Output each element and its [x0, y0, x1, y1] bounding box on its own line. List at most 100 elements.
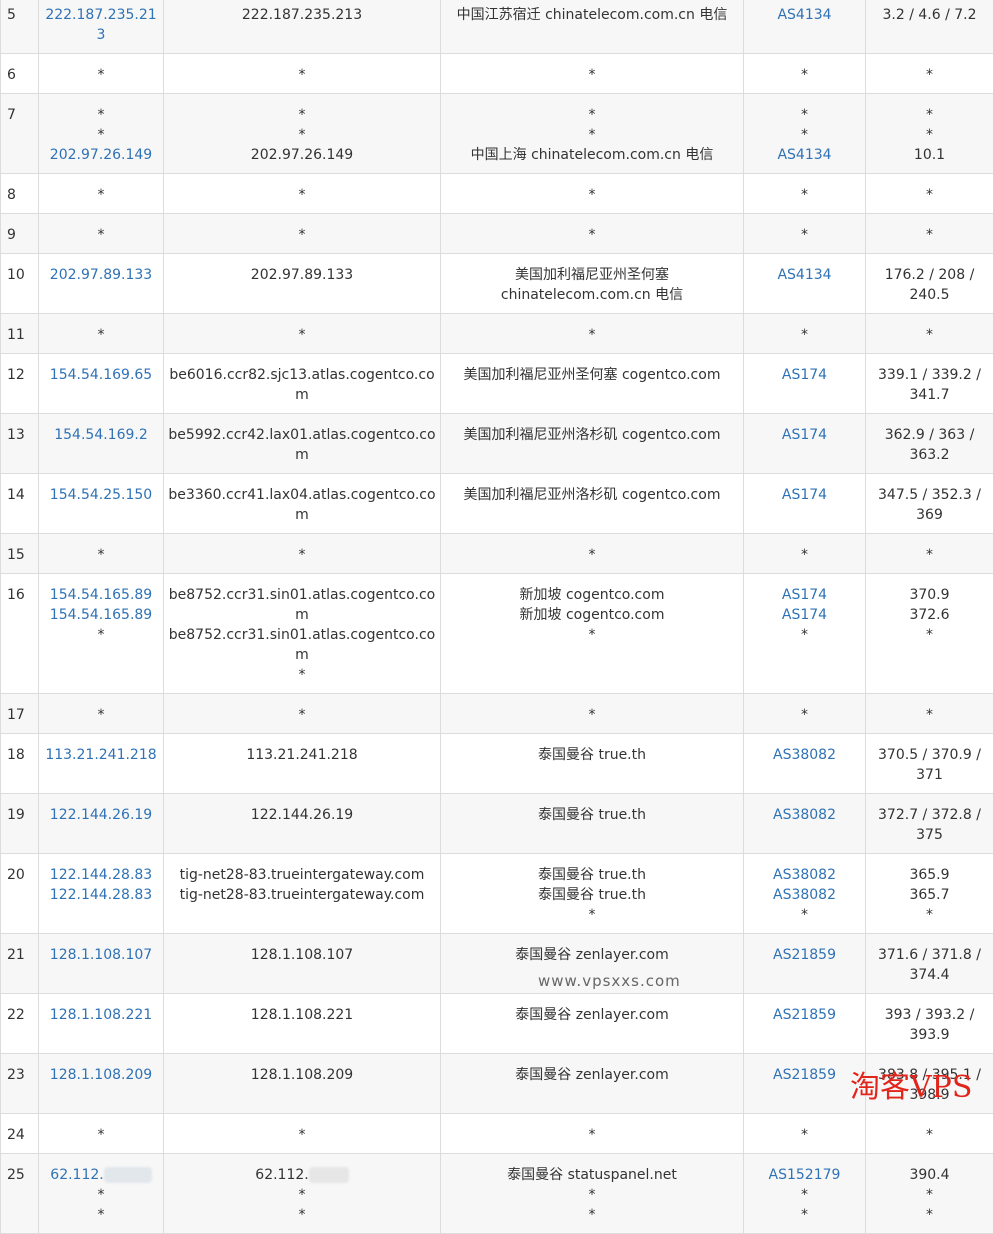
- hop-number: 21: [1, 934, 39, 994]
- ip-cell-line[interactable]: 128.1.108.221: [43, 1005, 159, 1025]
- asn-cell-line[interactable]: AS152179: [748, 1165, 861, 1185]
- ip-cell-line[interactable]: 154.54.165.89: [43, 585, 159, 605]
- latency-cell-line: 371.6 / 371.8 /: [870, 945, 989, 965]
- asn-cell-line[interactable]: AS174: [748, 485, 861, 505]
- hop-row: 17*****: [1, 694, 993, 734]
- asn-cell-line[interactable]: AS21859: [748, 1005, 861, 1025]
- location-cell-line: chinatelecom.com.cn 电信: [445, 285, 739, 305]
- hostname-cell: tig-net28-83.trueintergateway.comtig-net…: [164, 854, 441, 934]
- ip-cell: *: [39, 694, 164, 734]
- asn-cell-line[interactable]: AS38082: [748, 885, 861, 905]
- asn-cell-line: *: [748, 225, 861, 245]
- latency-cell-line: *: [870, 185, 989, 205]
- ip-cell-line[interactable]: 154.54.169.65: [43, 365, 159, 385]
- asn-cell-line: *: [748, 905, 861, 925]
- latency-cell-line: 369: [870, 505, 989, 525]
- asn-cell-line[interactable]: AS4134: [748, 145, 861, 165]
- asn-cell-line: *: [748, 125, 861, 145]
- ip-cell-line[interactable]: 62.112.: [43, 1165, 159, 1185]
- asn-cell: AS21859: [744, 934, 866, 994]
- latency-cell: 372.7 / 372.8 /375: [866, 794, 993, 854]
- hostname-cell-line: *: [168, 105, 436, 125]
- hop-row: 2562.112.**62.112.**泰国曼谷 statuspanel.net…: [1, 1154, 993, 1234]
- location-cell: 泰国曼谷 true.th: [441, 734, 744, 794]
- asn-cell-line[interactable]: AS4134: [748, 265, 861, 285]
- location-cell-line: 美国加利福尼亚州洛杉矶 cogentco.com: [445, 485, 739, 505]
- hop-row: 14154.54.25.150 be3360.ccr41.lax04.atlas.…: [1, 474, 993, 534]
- hop-row: 13154.54.169.2be5992.ccr42.lax01.atlas.c…: [1, 414, 993, 474]
- hop-number: 14: [1, 474, 39, 534]
- latency-cell-line: *: [870, 545, 989, 565]
- hostname-cell-line: *: [168, 125, 436, 145]
- ip-cell-line[interactable]: 154.54.165.89: [43, 605, 159, 625]
- ip-cell-line[interactable]: 202.97.89.133: [43, 265, 159, 285]
- asn-cell-line[interactable]: AS174: [748, 425, 861, 445]
- hostname-cell-line: *: [168, 185, 436, 205]
- ip-cell-line[interactable]: 202.97.26.149: [43, 145, 159, 165]
- latency-cell-line: 390.4: [870, 1165, 989, 1185]
- latency-cell: 365.9365.7*: [866, 854, 993, 934]
- ip-cell-line[interactable]: 122.144.26.19: [43, 805, 159, 825]
- asn-cell: AS174: [744, 414, 866, 474]
- hostname-cell-line: 128.1.108.209: [168, 1065, 436, 1085]
- hostname-cell-line: 202.97.26.149: [168, 145, 436, 165]
- asn-cell-line[interactable]: AS38082: [748, 745, 861, 765]
- latency-cell-line: 393 / 393.2 /: [870, 1005, 989, 1025]
- ip-cell-line: *: [43, 1205, 159, 1225]
- asn-cell-line: *: [748, 65, 861, 85]
- location-cell-line: *: [445, 65, 739, 85]
- latency-cell-line: 363.2: [870, 445, 989, 465]
- latency-cell-line: 371: [870, 765, 989, 785]
- asn-cell-line[interactable]: AS21859: [748, 945, 861, 965]
- ip-cell-line[interactable]: 113.21.241.218: [43, 745, 159, 765]
- latency-cell-line: *: [870, 625, 989, 645]
- hostname-cell: *: [164, 214, 441, 254]
- location-cell-line: 泰国曼谷 true.th: [445, 745, 739, 765]
- ip-cell-line[interactable]: 122.144.28.83: [43, 865, 159, 885]
- ip-cell-line[interactable]: 128.1.108.209: [43, 1065, 159, 1085]
- asn-cell-line: *: [748, 545, 861, 565]
- latency-cell-line: 365.7: [870, 885, 989, 905]
- asn-cell: AS152179**: [744, 1154, 866, 1234]
- asn-cell-line[interactable]: AS38082: [748, 805, 861, 825]
- location-cell-line: *: [445, 545, 739, 565]
- ip-cell-line[interactable]: 154.54.25.150: [43, 485, 159, 505]
- latency-cell-line: *: [870, 705, 989, 725]
- hop-number: 16: [1, 574, 39, 694]
- hop-row: 8*****: [1, 174, 993, 214]
- hostname-cell-line: *: [168, 545, 436, 565]
- latency-cell-line: *: [870, 1185, 989, 1205]
- brand-watermark: 淘客VPS: [850, 1062, 972, 1106]
- hop-number: 15: [1, 534, 39, 574]
- asn-cell-line[interactable]: AS174: [748, 585, 861, 605]
- asn-cell-line: *: [748, 1185, 861, 1205]
- hostname-cell-line: be3360.ccr41.lax04.atlas.cogentco.com: [168, 485, 436, 525]
- ip-cell-line[interactable]: 122.144.28.83: [43, 885, 159, 905]
- asn-cell-line[interactable]: AS174: [748, 605, 861, 625]
- asn-cell-line[interactable]: AS174: [748, 365, 861, 385]
- latency-cell: 393 / 393.2 /393.9: [866, 994, 993, 1054]
- location-cell: 泰国曼谷 zenlayer.com: [441, 1054, 744, 1114]
- asn-cell-line[interactable]: AS4134: [748, 5, 861, 25]
- hop-number: 10: [1, 254, 39, 314]
- ip-cell-line[interactable]: 128.1.108.107: [43, 945, 159, 965]
- location-cell-line: *: [445, 185, 739, 205]
- asn-cell-line[interactable]: AS21859: [748, 1065, 861, 1085]
- asn-cell: AS174: [744, 354, 866, 414]
- hostname-cell: *: [164, 314, 441, 354]
- asn-cell-line[interactable]: AS38082: [748, 865, 861, 885]
- ip-cell: 122.144.26.19: [39, 794, 164, 854]
- asn-cell-line: *: [748, 1125, 861, 1145]
- hop-row: 11*****: [1, 314, 993, 354]
- latency-cell: 362.9 / 363 /363.2: [866, 414, 993, 474]
- ip-cell-line[interactable]: 222.187.235.213: [43, 5, 159, 45]
- location-cell: *: [441, 534, 744, 574]
- hop-number: 6: [1, 54, 39, 94]
- location-cell-line: *: [445, 905, 739, 925]
- latency-cell: *: [866, 314, 993, 354]
- ip-cell: 62.112.**: [39, 1154, 164, 1234]
- ip-cell: *: [39, 534, 164, 574]
- location-cell-line: 美国加利福尼亚州圣何塞 cogentco.com: [445, 365, 739, 385]
- asn-cell: *: [744, 534, 866, 574]
- ip-cell-line[interactable]: 154.54.169.2: [43, 425, 159, 445]
